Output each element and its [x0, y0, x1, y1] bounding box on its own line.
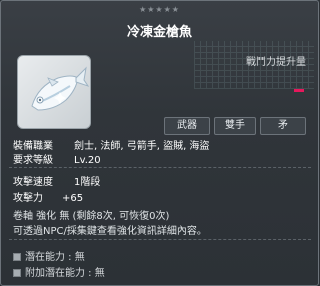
potential-square-icon — [13, 253, 21, 261]
attack-speed-label: 攻擊速度 — [13, 177, 53, 188]
item-tags: 武器 雙手 矛 — [1, 117, 318, 135]
attack-power-label: 攻擊力 — [13, 193, 43, 204]
upgrade-hint: 可透過NPC/採集鍵查看強化資訊詳細內容。 — [13, 226, 207, 237]
attack-speed-row: 攻擊速度 1階段 — [13, 173, 100, 188]
level-requirement-row: 要求等級 Lv.20 — [13, 151, 101, 166]
attack-speed-value: 1階段 — [74, 177, 101, 188]
potential-text: 潛在能力 : 無 — [25, 252, 85, 263]
tag-weapon: 武器 — [164, 117, 210, 135]
job-label: 裝備職業 — [13, 141, 53, 152]
additional-potential-square-icon — [13, 269, 21, 277]
combat-power-label: 戰鬥力提升量 — [246, 57, 306, 68]
tag-two-handed: 雙手 — [214, 117, 256, 135]
attack-power-row: 攻擊力 +65 — [13, 189, 83, 204]
attack-power-value: +65 — [62, 193, 84, 204]
divider-1 — [9, 167, 311, 169]
upgrade-info: 卷軸 強化 無 (剩餘8次, 可恢復0次) — [13, 211, 170, 222]
level-value: Lv.20 — [74, 155, 101, 166]
star-rating: ★★★★★ — [139, 5, 180, 14]
divider-2 — [9, 239, 311, 241]
job-requirement-row: 裝備職業 劍士, 法師, 弓箭手, 盜賊, 海盜 — [13, 137, 209, 152]
tag-spear: 矛 — [260, 117, 306, 135]
additional-potential-row: 附加潛在能力 : 無 — [13, 264, 105, 279]
combat-power-indicator — [294, 89, 304, 92]
additional-potential-text: 附加潛在能力 : 無 — [25, 268, 105, 279]
item-name: 冷凍金槍魚 — [126, 25, 192, 40]
item-tooltip: ★★★★★ 冷凍金槍魚 戰鬥力提升量 武器 雙手 矛 裝備職業 劍士, 法師, 弓… — [0, 0, 319, 286]
level-label: 要求等級 — [13, 155, 53, 166]
potential-row: 潛在能力 : 無 — [13, 248, 85, 263]
